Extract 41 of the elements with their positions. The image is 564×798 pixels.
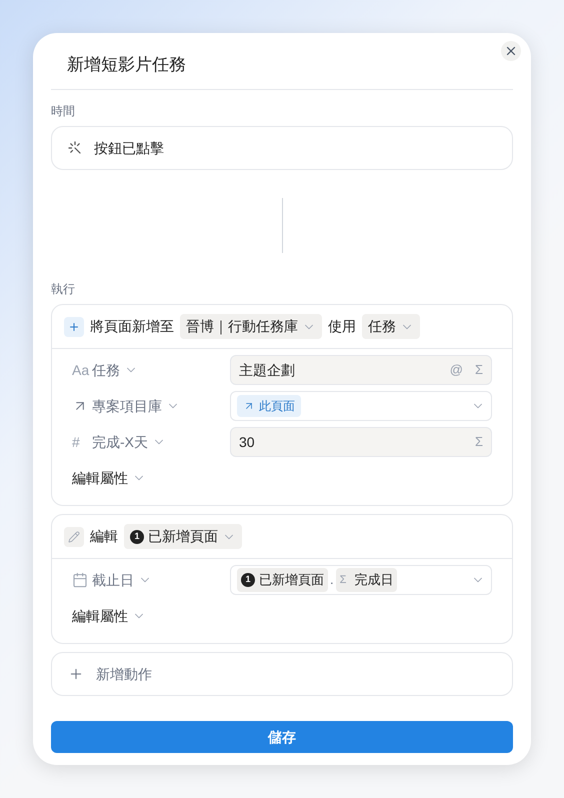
save-button[interactable]: 儲存 [51,721,513,753]
database-select[interactable]: 晉博｜行動任務庫 [180,314,322,339]
close-button[interactable] [501,41,521,61]
plus-icon [68,666,84,682]
property-type-icon: # [72,432,92,452]
trigger-text: 按鈕已點擊 [94,138,164,158]
action-label: 使用 [328,317,356,336]
template-select[interactable]: 任務 [362,314,420,339]
property-name[interactable]: 完成-X天 [92,432,166,452]
value-field[interactable]: 30 Σ [230,427,492,457]
section-label: 執行 [51,281,76,298]
section-label: 時間 [51,103,76,120]
trigger-card[interactable]: 按鈕已點擊 [51,126,513,170]
sigma-icon: Σ [340,572,346,588]
number-badge: 1 [241,573,255,587]
chip-text: 此頁面 [259,398,295,415]
close-icon [504,44,518,58]
target-select[interactable]: 1 已新增頁面 [124,524,242,549]
click-icon [68,141,82,155]
action-label: 編輯 [90,527,118,546]
action-label: 將頁面新增至 [90,317,174,336]
value-select[interactable]: 此頁面 [230,391,492,421]
arrow-icon [243,400,255,412]
add-page-icon [64,316,84,336]
number-badge: 1 [130,530,144,544]
edit-properties-button[interactable]: 編輯屬性 [72,463,146,493]
add-action-button[interactable]: 新增動作 [51,652,513,696]
value-select[interactable]: 1 已新增頁面 . Σ 完成日 [230,565,492,595]
property-name[interactable]: 截止日 [92,570,152,590]
edit-icon [64,526,84,546]
calendar-icon [72,572,88,588]
edit-properties-button[interactable]: 編輯屬性 [72,601,146,631]
chip-text: 已新增頁面 [259,571,324,590]
separator: . [330,571,334,590]
property-name[interactable]: 專案項目庫 [92,396,180,416]
value-text: 主題企劃 [239,360,296,380]
value-text: 30 [239,432,256,452]
property-type-icon: Aa [72,360,92,380]
chip-text: 完成日 [354,571,394,590]
property-name[interactable]: 任務 [92,360,138,380]
dialog-title: 新增短影片任務 [67,54,186,76]
